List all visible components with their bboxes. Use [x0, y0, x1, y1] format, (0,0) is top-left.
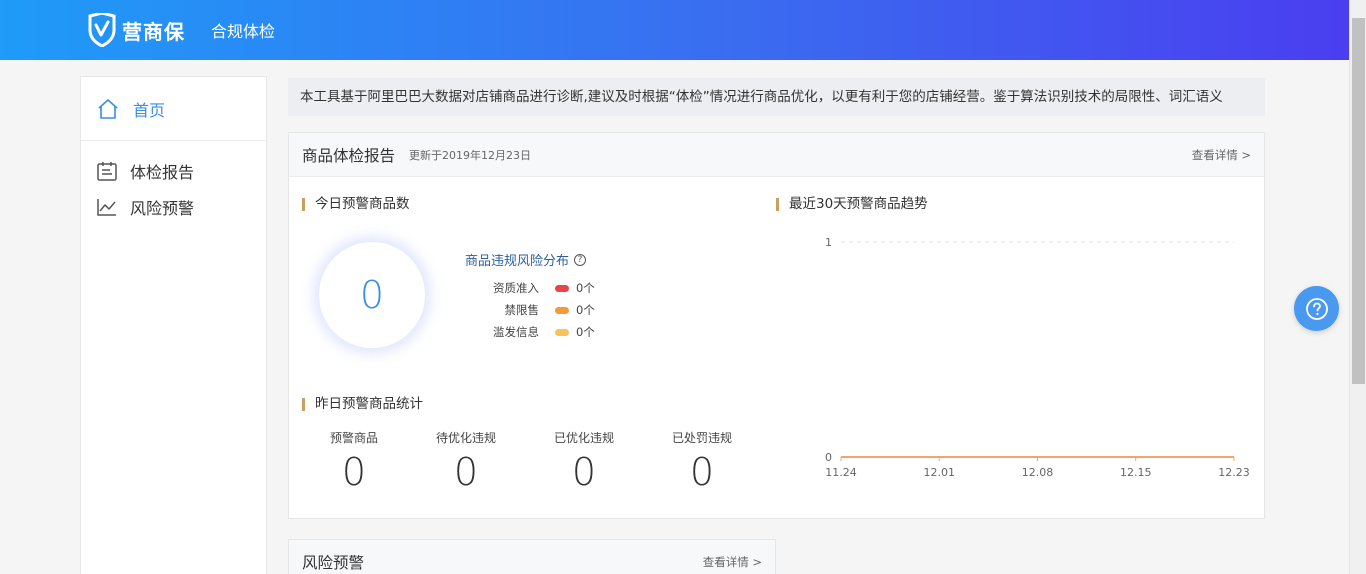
- report-panel-header: 商品体检报告 更新于2019年12月23日 查看详情 >: [289, 133, 1264, 177]
- help-button[interactable]: [1294, 286, 1339, 331]
- stat-label: 已优化违规: [553, 431, 614, 445]
- risk-panel-header: 风险预警 查看详情 >: [289, 540, 775, 574]
- dist-row: 滥发信息 0个: [465, 321, 595, 343]
- notice-bar: 本工具基于阿里巴巴大数据对店铺商品进行诊断,建议及时根据“体检”情况进行商品优化…: [288, 78, 1265, 116]
- scrollbar-thumb[interactable]: [1352, 18, 1365, 384]
- sidebar-report-label: 体检报告: [130, 163, 195, 182]
- dist-title: 商品违规风险分布: [465, 254, 570, 269]
- top-header: 营商保 合规体检: [0, 0, 1349, 60]
- dist-label: 禁限售: [504, 303, 540, 317]
- sidebar-home-label: 首页: [133, 100, 166, 120]
- shield-logo-icon: [88, 13, 116, 47]
- today-title: 今日预警商品数: [302, 197, 410, 211]
- report-updated: 更新于2019年12月23日: [409, 148, 532, 162]
- stat-value: 0: [453, 450, 479, 494]
- stat-penalized: 已处罚违规 0: [652, 429, 752, 494]
- risk-panel-title: 风险预警: [302, 553, 365, 572]
- trend-chart: 0 1 11.24 12.01 12.08 12.15 12.23: [804, 228, 1254, 488]
- sidebar: 首页 体检报告 风险预警: [80, 76, 267, 574]
- today-count: 0: [359, 273, 385, 317]
- page-scrollbar[interactable]: [1349, 0, 1366, 574]
- stat-value: 0: [571, 450, 597, 494]
- trend-title: 最近30天预警商品趋势: [776, 197, 928, 211]
- sidebar-risk-label: 风险预警: [130, 199, 195, 218]
- x-tick-label: 12.15: [1120, 466, 1152, 479]
- stat-label: 待优化违规: [435, 431, 496, 445]
- question-icon[interactable]: ?: [574, 253, 587, 266]
- report-icon: [97, 162, 117, 181]
- report-panel: 商品体检报告 更新于2019年12月23日 查看详情 > 今日预警商品数 0 商…: [288, 132, 1265, 519]
- trend-icon: [97, 199, 116, 216]
- home-icon: [98, 98, 118, 119]
- logo-text: 营商保: [122, 19, 185, 44]
- dist-bar: [555, 306, 569, 314]
- sidebar-item-risk[interactable]: 风险预警: [81, 189, 266, 225]
- x-tick-label: 12.23: [1218, 466, 1250, 479]
- sidebar-item-home[interactable]: 首页: [81, 77, 266, 141]
- risk-distribution: 商品违规风险分布 ? 资质准入 0个 禁限售 0个 滥发信息 0个: [465, 250, 595, 343]
- stat-optimized: 已优化违规 0: [534, 429, 634, 494]
- y-tick-label: 1: [825, 236, 832, 249]
- risk-panel: 风险预警 查看详情 >: [288, 539, 776, 574]
- stat-warning: 预警商品 0: [304, 429, 404, 494]
- x-tick-label: 12.08: [1022, 466, 1054, 479]
- header-subtitle[interactable]: 合规体检: [211, 18, 275, 42]
- x-tick-label: 12.01: [924, 466, 956, 479]
- dist-label: 滥发信息: [493, 325, 539, 339]
- dist-value: 0个: [576, 281, 595, 295]
- trend-chart-svg: 0 1 11.24 12.01 12.08 12.15 12.23: [825, 236, 1250, 479]
- stat-label: 已处罚违规: [671, 431, 732, 445]
- dist-value: 0个: [576, 325, 595, 339]
- dist-title-wrap: 商品违规风险分布 ?: [465, 250, 595, 269]
- logo[interactable]: 营商保: [88, 13, 185, 47]
- stat-value: 0: [689, 450, 715, 494]
- yesterday-title: 昨日预警商品统计: [302, 397, 423, 411]
- y-tick-label: 0: [825, 451, 832, 464]
- report-title: 商品体检报告: [302, 146, 396, 165]
- stat-value: 0: [341, 450, 367, 494]
- dist-row: 资质准入 0个: [465, 277, 595, 299]
- report-details-link[interactable]: 查看详情 >: [1192, 147, 1251, 163]
- x-tick-label: 11.24: [825, 466, 857, 479]
- dist-label: 资质准入: [493, 281, 539, 295]
- dist-bar: [555, 328, 569, 336]
- dist-bar: [555, 284, 569, 292]
- sidebar-item-report[interactable]: 体检报告: [81, 153, 266, 189]
- stat-label: 预警商品: [329, 431, 378, 445]
- risk-details-link[interactable]: 查看详情 >: [703, 554, 762, 570]
- stat-pending: 待优化违规 0: [416, 429, 516, 494]
- today-count-circle: 0: [319, 242, 425, 348]
- help-icon: [1305, 297, 1328, 320]
- dist-row: 禁限售 0个: [465, 299, 595, 321]
- dist-value: 0个: [576, 303, 595, 317]
